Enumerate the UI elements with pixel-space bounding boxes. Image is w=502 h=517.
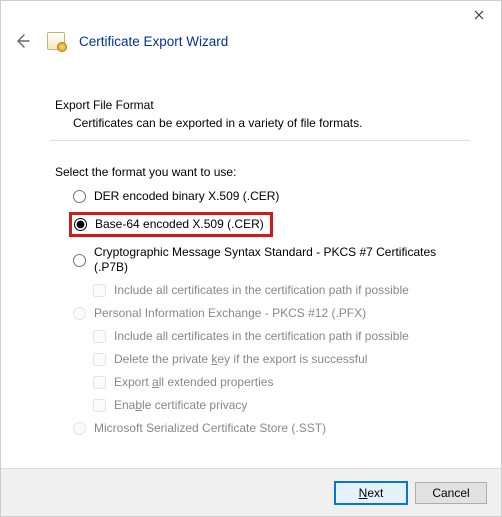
cancel-button[interactable]: Cancel (415, 482, 487, 504)
check-pfx-privacy-input (93, 399, 106, 412)
arrow-left-icon (13, 32, 31, 50)
certificate-icon (47, 32, 65, 50)
radio-pkcs7-input[interactable] (73, 254, 86, 267)
radio-pkcs7[interactable]: Cryptographic Message Syntax Standard - … (73, 245, 465, 275)
radio-pfx: Personal Information Exchange - PKCS #12… (73, 306, 465, 321)
check-pfx-privacy-label: Enable certificate privacy (114, 398, 247, 413)
radio-der[interactable]: DER encoded binary X.509 (.CER) (73, 189, 465, 204)
check-pkcs7-chain: Include all certificates in the certific… (93, 283, 465, 298)
footer: Next Cancel (1, 468, 501, 516)
check-pfx-chain-label: Include all certificates in the certific… (114, 329, 409, 344)
check-pfx-delete-key: Delete the private key if the export is … (93, 352, 465, 367)
next-button[interactable]: Next (335, 482, 407, 504)
radio-base64[interactable]: Base-64 encoded X.509 (.CER) (74, 217, 264, 232)
section-title: Export File Format (55, 98, 465, 112)
divider (50, 140, 470, 141)
radio-base64-label: Base-64 encoded X.509 (.CER) (95, 217, 264, 232)
check-pfx-chain-input (93, 330, 106, 343)
radio-der-input[interactable] (73, 190, 86, 203)
check-pfx-export-ext-input (93, 376, 106, 389)
check-pkcs7-chain-label: Include all certificates in the certific… (114, 283, 409, 298)
check-pfx-export-ext: Export all extended properties (93, 375, 465, 390)
radio-base64-input[interactable] (74, 218, 87, 231)
close-icon (474, 10, 484, 20)
radio-pfx-input (73, 307, 86, 320)
close-button[interactable] (456, 1, 501, 29)
radio-sst-label: Microsoft Serialized Certificate Store (… (94, 421, 326, 436)
check-pfx-delete-key-input (93, 353, 106, 366)
radio-sst-input (73, 422, 86, 435)
wizard-title: Certificate Export Wizard (79, 34, 228, 49)
radio-pfx-label: Personal Information Exchange - PKCS #12… (94, 306, 366, 321)
radio-der-label: DER encoded binary X.509 (.CER) (94, 189, 279, 204)
check-pfx-delete-key-label: Delete the private key if the export is … (114, 352, 367, 367)
radio-sst: Microsoft Serialized Certificate Store (… (73, 421, 465, 436)
check-pfx-chain: Include all certificates in the certific… (93, 329, 465, 344)
check-pfx-export-ext-label: Export all extended properties (114, 375, 273, 390)
section-description: Certificates can be exported in a variet… (73, 116, 465, 130)
check-pfx-privacy: Enable certificate privacy (93, 398, 465, 413)
back-button[interactable] (11, 30, 33, 52)
highlight-base64: Base-64 encoded X.509 (.CER) (69, 212, 273, 237)
format-prompt: Select the format you want to use: (55, 165, 465, 179)
radio-pkcs7-label: Cryptographic Message Syntax Standard - … (94, 245, 465, 275)
check-pkcs7-chain-input (93, 284, 106, 297)
